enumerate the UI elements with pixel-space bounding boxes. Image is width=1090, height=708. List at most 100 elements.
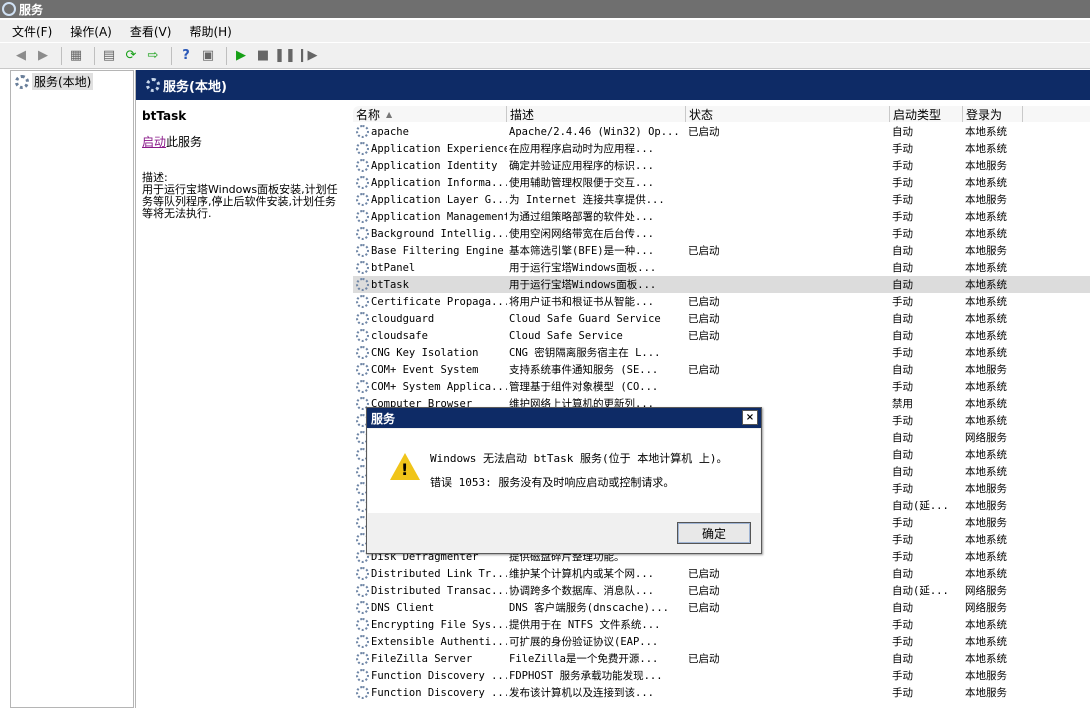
start-service-icon[interactable]: ▶ xyxy=(232,47,250,65)
table-row[interactable]: Extensible Authenti... 可扩展的身份验证协议(EAP... 手… xyxy=(353,633,1090,650)
menu-view[interactable]: 查看(V) xyxy=(130,23,172,40)
menu-action[interactable]: 操作(A) xyxy=(70,23,112,40)
service-name-cell: Function Discovery ... xyxy=(353,669,507,682)
table-row[interactable]: FileZilla Server FileZilla是一个免费开源... 已启动 自动… xyxy=(353,650,1090,667)
restart-service-icon[interactable]: ❙▶ xyxy=(297,47,318,65)
table-row[interactable]: Encrypting File Sys... 提供用于在 NTFS 文件系统...… xyxy=(353,616,1090,633)
table-row[interactable]: Certificate Propaga... 将用户证书和根证书从智能... 已启动… xyxy=(353,293,1090,310)
service-log-on-as: 本地系统 xyxy=(965,262,1007,274)
start-service-link[interactable]: 启动 xyxy=(142,135,166,149)
table-row[interactable]: DNS Client DNS 客户端服务(dnscache)... 已启动 自动 网络服… xyxy=(353,599,1090,616)
service-name-cell: CNG Key Isolation xyxy=(353,346,507,359)
table-row[interactable]: Function Discovery ... FDPHOST 服务承载功能发现..… xyxy=(353,667,1090,684)
help-icon[interactable]: ? xyxy=(177,47,195,65)
forward-arrow-icon[interactable]: ▶ xyxy=(34,47,52,65)
service-startup-type: 手动 xyxy=(892,296,913,308)
service-log-on-as: 本地系统 xyxy=(965,619,1007,631)
column-header-status[interactable]: 状态 xyxy=(686,106,890,122)
table-row[interactable]: CNG Key Isolation CNG 密钥隔离服务宿主在 L... 手动 本地系… xyxy=(353,344,1090,361)
back-arrow-icon[interactable]: ◀ xyxy=(12,47,30,65)
service-log-on-as: 本地服务 xyxy=(965,670,1007,682)
service-status: 已启动 xyxy=(688,330,720,342)
service-startup-type: 自动 xyxy=(892,602,913,614)
gear-icon xyxy=(356,125,369,138)
service-description: CNG 密钥隔离服务宿主在 L... xyxy=(509,347,661,359)
service-startup-type: 自动 xyxy=(892,245,913,257)
service-name: Application Layer G... xyxy=(371,193,507,206)
gear-icon xyxy=(356,244,369,257)
column-header-startup-type[interactable]: 启动类型 xyxy=(890,106,963,122)
gear-icon xyxy=(356,227,369,240)
table-row[interactable]: Application Identity 确定并验证应用程序的标识... 手动 本地服… xyxy=(353,157,1090,174)
menu-file[interactable]: 文件(F) xyxy=(12,23,52,40)
table-row[interactable]: Application Layer G... 为 Internet 连接共享提供.… xyxy=(353,191,1090,208)
table-row[interactable]: btTask 用于运行宝塔Windows面板... 自动 本地系统 xyxy=(353,276,1090,293)
service-description: 使用空闲网络带宽在后台传... xyxy=(509,228,654,240)
service-name-cell: Application Layer G... xyxy=(353,193,507,206)
service-name-cell: Base Filtering Engine xyxy=(353,244,507,257)
table-row[interactable]: Distributed Transac... 协调跨多个数据库、消息队... 已启动… xyxy=(353,582,1090,599)
pause-service-icon[interactable]: ❚❚ xyxy=(274,47,296,65)
service-description: 在应用程序启动时为应用程... xyxy=(509,143,654,155)
gear-icon xyxy=(356,312,369,325)
service-startup-type: 自动 xyxy=(892,313,913,325)
table-row[interactable]: Background Intellig... 使用空闲网络带宽在后台传... 手动 本… xyxy=(353,225,1090,242)
service-startup-type: 手动 xyxy=(892,228,913,240)
export-list-icon[interactable]: ⇨ xyxy=(144,47,162,65)
gear-icon xyxy=(356,193,369,206)
service-log-on-as: 本地系统 xyxy=(965,381,1007,393)
gear-icon xyxy=(146,78,160,92)
table-row[interactable]: Base Filtering Engine 基本筛选引擎(BFE)是一种... 已启… xyxy=(353,242,1090,259)
show-hide-console-tree-icon[interactable]: ▦ xyxy=(67,47,85,65)
service-description: 维护某个计算机内或某个网... xyxy=(509,568,654,580)
tree-item-services-local[interactable]: 服务(本地) xyxy=(11,71,133,92)
service-startup-type: 手动 xyxy=(892,483,913,495)
ok-button[interactable]: 确定 xyxy=(677,522,751,544)
service-name: Application Informa... xyxy=(371,176,507,189)
column-header-description[interactable]: 描述 xyxy=(507,106,686,122)
refresh-icon[interactable]: ⟳ xyxy=(122,47,140,65)
menu-help[interactable]: 帮助(H) xyxy=(189,23,231,40)
service-description: 协调跨多个数据库、消息队... xyxy=(509,585,654,597)
service-name: CNG Key Isolation xyxy=(371,346,479,359)
service-status: 已启动 xyxy=(688,126,720,138)
service-description: DNS 客户端服务(dnscache)... xyxy=(509,602,669,614)
service-log-on-as: 本地系统 xyxy=(965,279,1007,291)
table-row[interactable]: cloudguard Cloud Safe Guard Service 已启动 自动 本… xyxy=(353,310,1090,327)
service-status: 已启动 xyxy=(688,364,720,376)
table-row[interactable]: Distributed Link Tr... 维护某个计算机内或某个网... 已启动… xyxy=(353,565,1090,582)
service-status: 已启动 xyxy=(688,653,720,665)
table-row[interactable]: Application Informa... 使用辅助管理权限便于交互... 手动 本… xyxy=(353,174,1090,191)
service-name: btTask xyxy=(371,278,409,291)
service-startup-type: 自动 xyxy=(892,279,913,291)
close-icon[interactable]: × xyxy=(742,410,758,425)
stop-service-icon[interactable]: ■ xyxy=(254,47,272,65)
table-row[interactable]: Function Discovery ... 发布该计算机以及连接到该... 手动 本… xyxy=(353,684,1090,701)
service-name: btPanel xyxy=(371,261,416,274)
service-log-on-as: 本地系统 xyxy=(965,313,1007,325)
table-row[interactable]: COM+ System Applica... 管理基于组件对象模型 (CO... 手… xyxy=(353,378,1090,395)
service-status: 已启动 xyxy=(688,296,720,308)
gear-icon xyxy=(356,686,369,699)
service-startup-type: 自动 xyxy=(892,466,913,478)
show-action-pane-icon[interactable]: ▣ xyxy=(199,47,217,65)
service-description: 使用辅助管理权限便于交互... xyxy=(509,177,654,189)
table-row[interactable]: Application Experience 在应用程序启动时为应用程... 手动 本… xyxy=(353,140,1090,157)
service-name: Background Intellig... xyxy=(371,227,507,240)
service-log-on-as: 本地系统 xyxy=(965,177,1007,189)
table-row[interactable]: COM+ Event System 支持系统事件通知服务 (SE... 已启动 自动 本… xyxy=(353,361,1090,378)
column-header-log-on-as[interactable]: 登录为 xyxy=(963,106,1023,122)
properties-icon[interactable]: ▤ xyxy=(100,47,118,65)
service-name: cloudsafe xyxy=(371,329,428,342)
service-log-on-as: 网络服务 xyxy=(965,432,1007,444)
column-header-name[interactable]: 名称 ▲ xyxy=(353,106,507,122)
table-row[interactable]: apache Apache/2.4.46 (Win32) Op... 已启动 自动 本地… xyxy=(353,123,1090,140)
gear-icon xyxy=(356,278,369,291)
table-row[interactable]: cloudsafe Cloud Safe Service 已启动 自动 本地系统 xyxy=(353,327,1090,344)
table-row[interactable]: Application Management 为通过组策略部署的软件处... 手动 本… xyxy=(353,208,1090,225)
start-service-suffix: 此服务 xyxy=(166,135,203,149)
service-name: FileZilla Server xyxy=(371,652,473,665)
table-row[interactable]: btPanel 用于运行宝塔Windows面板... 自动 本地系统 xyxy=(353,259,1090,276)
service-detail-panel: btTask 启动此服务 描述: 用于运行宝塔Windows面板安装,计划任务等… xyxy=(142,110,342,220)
content-pane: 服务(本地) btTask 启动此服务 描述: 用于运行宝塔Windows面板安… xyxy=(135,70,1090,708)
